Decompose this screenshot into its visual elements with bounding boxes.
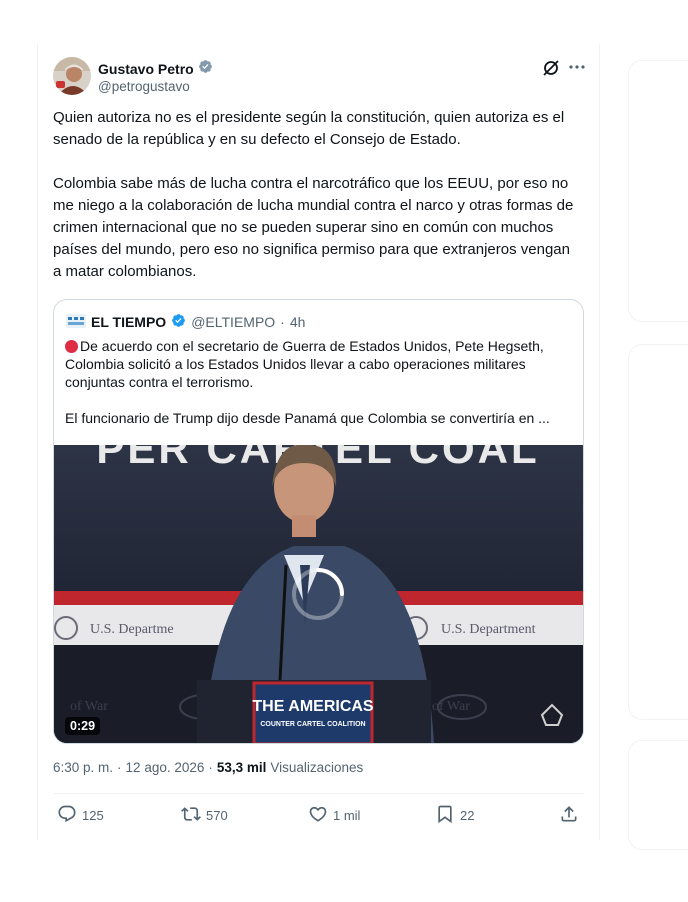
more-icon[interactable] — [566, 56, 588, 78]
author-name-row: Gustavo Petro — [98, 59, 213, 79]
quoted-tweet-header: EL TIEMPO @ELTIEMPO · 4h — [66, 313, 305, 331]
divider — [53, 793, 584, 794]
views-label: Visualizaciones — [270, 760, 364, 775]
backdrop-war-left: of War — [70, 699, 108, 714]
repost-icon — [181, 804, 201, 827]
quoted-paragraph: El funcionario de Trump dijo desde Panam… — [65, 410, 550, 426]
red-circle-emoji-icon — [65, 340, 78, 353]
tweet-meta: 6:30 p. m. · 12 ago. 2026 · 53,3 mil Vis… — [53, 760, 363, 775]
reply-icon — [57, 804, 77, 827]
separator: · — [117, 760, 122, 775]
tweet-text: Quien autoriza no es el presidente según… — [53, 107, 581, 305]
verified-badge-icon — [198, 59, 213, 79]
avatar[interactable] — [53, 57, 91, 95]
tweet-paragraph: Colombia sabe más de lucha contra el nar… — [53, 175, 574, 280]
like-count: 1 mil — [333, 808, 361, 823]
author-name[interactable]: Gustavo Petro — [98, 61, 194, 77]
like-icon — [308, 804, 328, 827]
sidebar-card — [628, 740, 688, 850]
views-count: 53,3 mil — [216, 760, 267, 775]
bookmark-count: 22 — [460, 808, 475, 823]
podium-title: THE AMERICAS — [252, 698, 374, 715]
repost-button[interactable]: 570 — [181, 804, 228, 827]
share-icon — [559, 804, 579, 827]
backdrop-text-left: U.S. Departme — [90, 622, 174, 637]
timeline-right-border — [599, 44, 600, 840]
repost-count: 570 — [206, 808, 228, 823]
author-handle[interactable]: @petrogustavo — [98, 79, 190, 94]
quoted-timestamp[interactable]: 4h — [290, 314, 306, 330]
el-tiempo-logo-icon — [66, 313, 86, 331]
separator: · — [280, 314, 285, 330]
timeline-left-border — [37, 44, 38, 840]
grok-icon[interactable] — [541, 58, 561, 78]
tweet-date[interactable]: 12 ago. 2026 — [126, 760, 205, 775]
verified-badge-icon — [171, 313, 186, 331]
tweet-time[interactable]: 6:30 p. m. — [53, 760, 113, 775]
backdrop-text-right: U.S. Department — [441, 622, 536, 637]
tweet-paragraph: Quien autoriza no es el presidente según… — [53, 109, 565, 148]
like-button[interactable]: 1 mil — [308, 804, 360, 827]
bookmark-button[interactable]: 22 — [435, 804, 474, 827]
sidebar-card — [628, 60, 688, 322]
quoted-author-name[interactable]: EL TIEMPO — [91, 314, 166, 330]
share-button[interactable] — [559, 804, 579, 827]
reply-button[interactable]: 125 — [57, 804, 104, 827]
podium-subtitle: COUNTER CARTEL COALITION — [260, 721, 365, 728]
video-player[interactable]: PER CARTEL COAL U.S. Departme U.S. Depar… — [54, 445, 583, 743]
quoted-tweet[interactable]: EL TIEMPO @ELTIEMPO · 4h De acuerdo con … — [53, 299, 584, 744]
separator: · — [208, 760, 213, 775]
video-frame: PER CARTEL COAL U.S. Departme U.S. Depar… — [54, 445, 583, 743]
quoted-tweet-text: De acuerdo con el secretario de Guerra d… — [65, 337, 575, 445]
action-bar: 125 570 1 mil 22 — [53, 804, 584, 828]
reply-count: 125 — [82, 808, 104, 823]
sidebar-card — [628, 344, 688, 720]
video-duration: 0:29 — [65, 717, 101, 735]
bookmark-icon — [435, 804, 455, 827]
quoted-paragraph: De acuerdo con el secretario de Guerra d… — [65, 338, 544, 390]
quoted-author-handle: @ELTIEMPO — [191, 314, 276, 330]
